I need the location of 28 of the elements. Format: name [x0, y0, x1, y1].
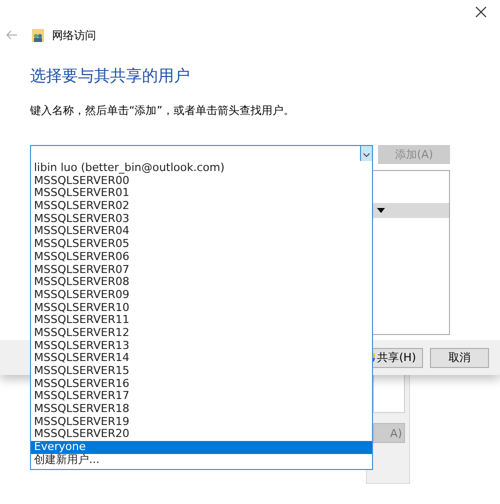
dropdown-item[interactable]: MSSQLSERVER16 [31, 378, 372, 390]
dropdown-triangle-icon[interactable] [377, 208, 385, 213]
dropdown-item[interactable]: MSSQLSERVER09 [31, 288, 372, 302]
dropdown-item[interactable]: MSSQLSERVER01 [31, 187, 372, 200]
dropdown-item[interactable]: MSSQLSERVER05 [31, 238, 372, 251]
dropdown-item[interactable]: MSSQLSERVER02 [31, 200, 372, 213]
dropdown-item[interactable]: MSSQLSERVER19 [31, 416, 372, 428]
dropdown-item[interactable]: MSSQLSERVER17 [31, 390, 372, 404]
dropdown-item[interactable]: MSSQLSERVER03 [31, 212, 372, 226]
dropdown-item[interactable]: MSSQLSERVER07 [31, 264, 372, 276]
dropdown-item[interactable]: MSSQLSERVER18 [31, 403, 372, 416]
dropdown-item[interactable]: MSSQLSERVER06 [31, 250, 372, 264]
dropdown-item[interactable]: MSSQLSERVER12 [31, 326, 372, 340]
dropdown-item[interactable]: MSSQLSERVER15 [31, 365, 372, 378]
dropdown-item[interactable]: MSSQLSERVER08 [31, 276, 372, 289]
instruction-text: 键入名称，然后单击“添加”，或者单击箭头查找用户。 [30, 103, 296, 118]
dropdown-item[interactable]: Everyone [31, 441, 372, 454]
dropdown-item[interactable]: MSSQLSERVER10 [31, 302, 372, 314]
dropdown-item[interactable]: MSSQLSERVER20 [31, 428, 372, 442]
users-folder-icon [32, 28, 44, 42]
dropdown-item[interactable]: 创建新用户... [31, 454, 372, 466]
dropdown-item[interactable]: MSSQLSERVER11 [31, 314, 372, 327]
dropdown-item[interactable]: MSSQLSERVER00 [31, 174, 372, 188]
window-title: 网络访问 [52, 28, 96, 42]
cancel-button[interactable]: 取消 [430, 348, 489, 368]
dropdown-item[interactable]: libin luo (better_bin@outlook.com) [31, 162, 372, 175]
dropdown-item[interactable]: MSSQLSERVER04 [31, 225, 372, 238]
page-heading: 选择要与其共享的用户 [30, 66, 191, 87]
